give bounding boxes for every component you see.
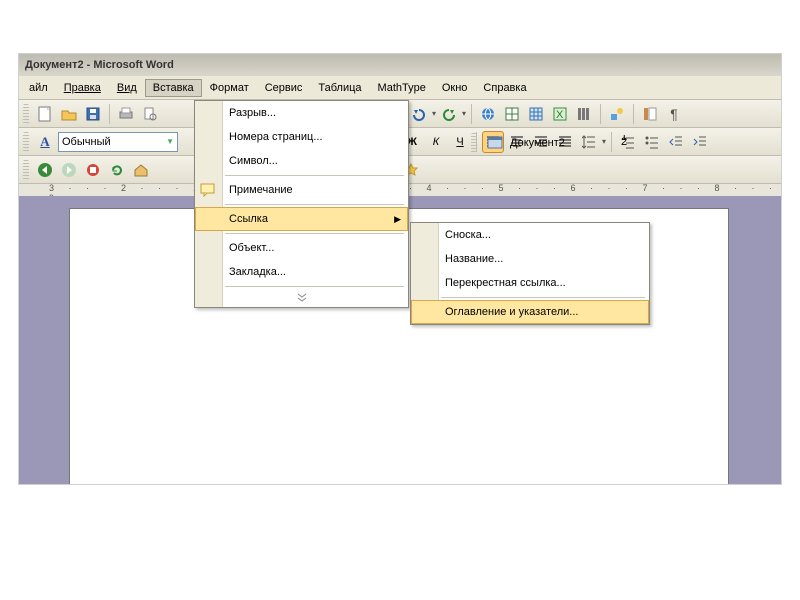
outdent-icon[interactable] <box>665 131 687 153</box>
doc-label: Документ2 <box>510 137 565 149</box>
styles-icon[interactable]: A <box>34 131 56 153</box>
window-icon[interactable] <box>484 132 506 154</box>
underline-button[interactable]: Ч <box>449 131 471 153</box>
menu-view[interactable]: Вид <box>109 79 145 97</box>
menu-file[interactable]: айл <box>21 79 56 97</box>
menu-item-symbol[interactable]: Символ... <box>195 149 408 173</box>
refresh-icon[interactable] <box>106 159 128 181</box>
home-icon[interactable] <box>130 159 152 181</box>
style-combo-value: Обычный <box>62 136 111 148</box>
menu-tools[interactable]: Сервис <box>257 79 311 97</box>
preview-icon[interactable] <box>139 103 161 125</box>
submenu-arrow-icon: ▶ <box>394 214 401 225</box>
menu-insert[interactable]: Вставка <box>145 79 202 97</box>
menu-help[interactable]: Справка <box>475 79 534 97</box>
indent-icon[interactable] <box>689 131 711 153</box>
toolbar-grip[interactable] <box>23 104 29 124</box>
svg-text:X: X <box>556 109 564 121</box>
menu-item-crossref[interactable]: Перекрестная ссылка... <box>411 271 649 295</box>
menu-item-bookmark[interactable]: Закладка... <box>195 260 408 284</box>
tables-borders-icon[interactable] <box>501 103 523 125</box>
menu-item-link[interactable]: Ссылка ▶ <box>195 207 408 231</box>
menu-bar: айл Правка Вид Вставка Формат Сервис Таб… <box>19 76 781 100</box>
doc-map-icon[interactable] <box>639 103 661 125</box>
toolbar-grip[interactable] <box>471 133 477 153</box>
menu-item-comment[interactable]: Примечание <box>195 178 408 202</box>
undo-icon[interactable] <box>408 103 430 125</box>
menu-edit[interactable]: Правка <box>56 79 109 97</box>
toolbar-grip[interactable] <box>23 160 29 180</box>
menu-mathtype[interactable]: MathType <box>370 79 434 97</box>
link-icon[interactable] <box>477 103 499 125</box>
print-icon[interactable] <box>115 103 137 125</box>
menu-format[interactable]: Формат <box>202 79 257 97</box>
menu-expand-icon[interactable] <box>195 289 408 307</box>
columns-icon[interactable] <box>573 103 595 125</box>
menu-window[interactable]: Окно <box>434 79 476 97</box>
new-doc-icon[interactable] <box>34 103 56 125</box>
menu-item-caption[interactable]: Название... <box>411 247 649 271</box>
drawing-icon[interactable] <box>606 103 628 125</box>
stop-icon[interactable] <box>82 159 104 181</box>
toolbar-grip[interactable] <box>23 132 29 152</box>
excel-icon[interactable]: X <box>549 103 571 125</box>
save-icon[interactable] <box>82 103 104 125</box>
line-spacing-icon[interactable] <box>578 131 600 153</box>
comment-icon <box>200 183 216 197</box>
menu-item-break[interactable]: Разрыв... <box>195 101 408 125</box>
italic-button[interactable]: К <box>425 131 447 153</box>
numbering-icon[interactable]: 12 <box>617 131 639 153</box>
menu-table[interactable]: Таблица <box>310 79 369 97</box>
menu-item-pagenum[interactable]: Номера страниц... <box>195 125 408 149</box>
menu-item-toc[interactable]: Оглавление и указатели... <box>411 300 649 324</box>
app-title: Документ2 - Microsoft Word <box>25 59 174 71</box>
back-icon[interactable] <box>34 159 56 181</box>
doc-tab: Документ2 <box>471 132 565 154</box>
pilcrow-icon[interactable]: ¶ <box>663 103 685 125</box>
style-combo[interactable]: Обычный ▼ <box>58 132 178 152</box>
bullets-icon[interactable] <box>641 131 663 153</box>
submenu-link: Сноска... Название... Перекрестная ссылк… <box>410 222 650 325</box>
chevron-down-icon: ▼ <box>166 137 174 146</box>
title-bar: Документ2 - Microsoft Word <box>19 54 781 76</box>
insert-table-icon[interactable] <box>525 103 547 125</box>
forward-icon[interactable] <box>58 159 80 181</box>
redo-icon[interactable] <box>438 103 460 125</box>
menu-item-object[interactable]: Объект... <box>195 236 408 260</box>
menu-item-footnote[interactable]: Сноска... <box>411 223 649 247</box>
menu-insert-dropdown: Разрыв... Номера страниц... Символ... Пр… <box>194 100 409 308</box>
open-icon[interactable] <box>58 103 80 125</box>
